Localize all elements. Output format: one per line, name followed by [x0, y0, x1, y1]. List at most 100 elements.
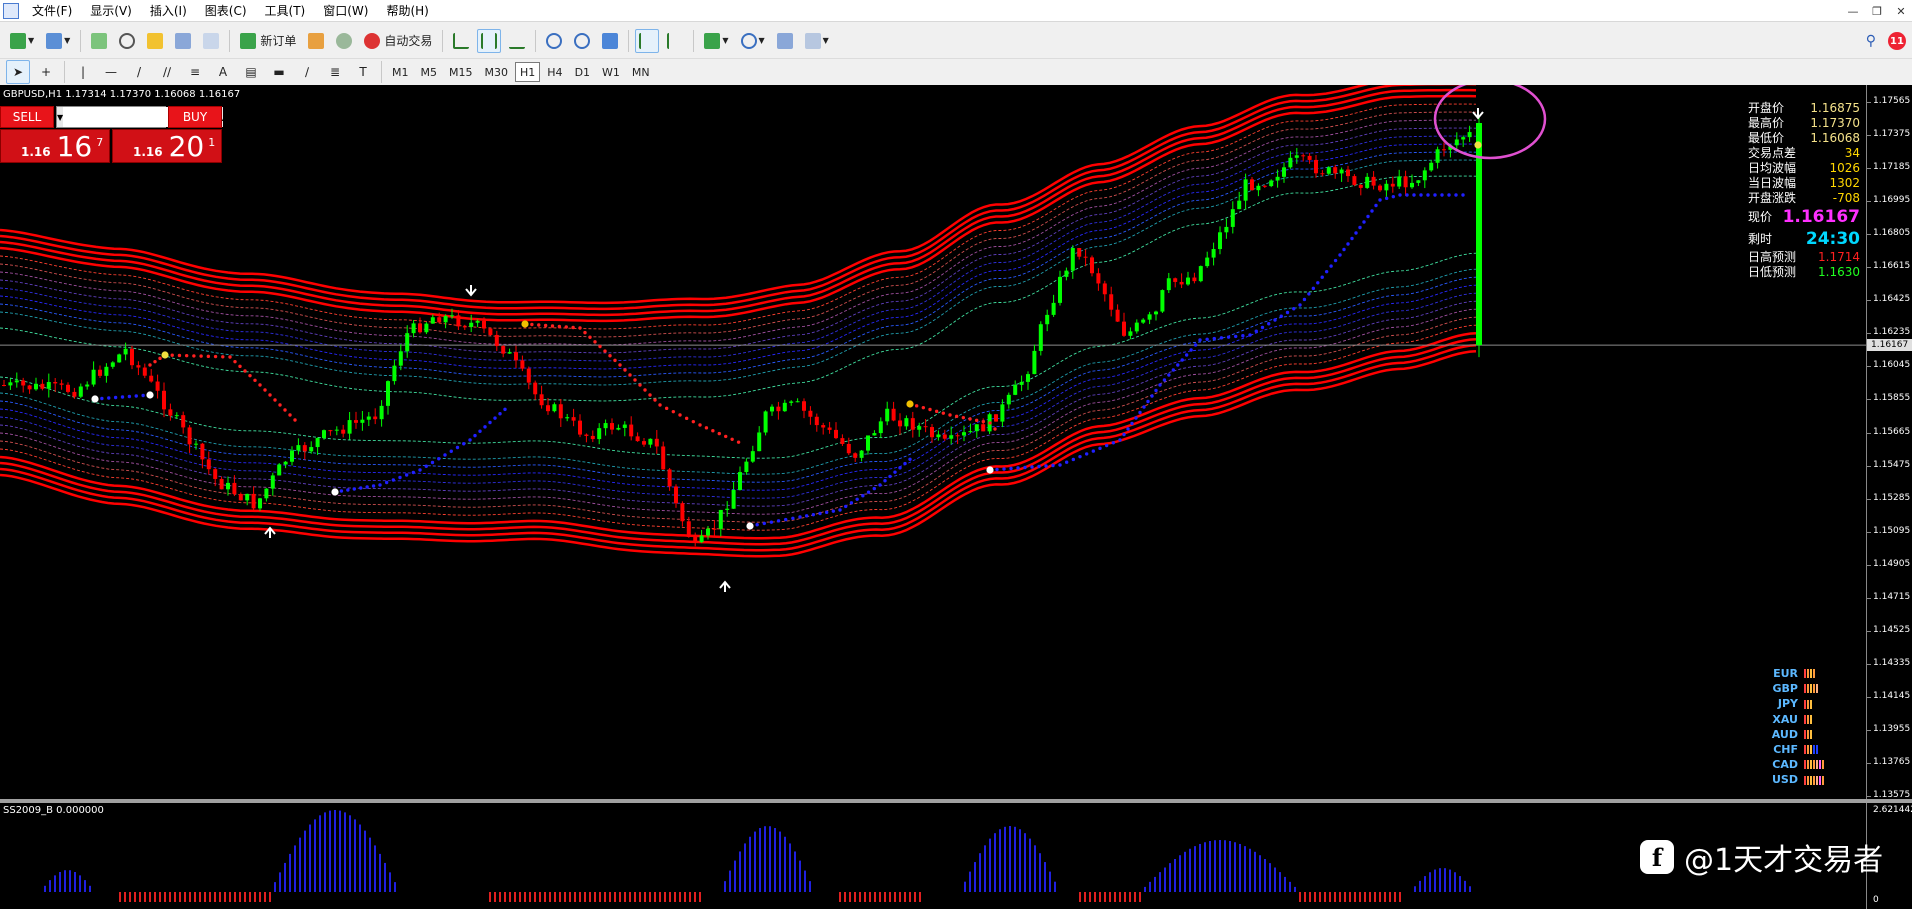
profiles-button[interactable]: ▼ — [42, 29, 74, 53]
menu-file[interactable]: 文件(F) — [23, 0, 81, 22]
metaeditor-button[interactable] — [304, 29, 328, 53]
fibonacci-button[interactable]: ≡ — [183, 60, 207, 84]
vertical-line-button[interactable]: | — [71, 60, 95, 84]
window-controls: — ❐ ✕ — [1846, 0, 1908, 22]
info-row: 日均波幅 1026 — [1748, 161, 1860, 176]
timeframe-m1[interactable]: M1 — [387, 62, 414, 82]
candle-body — [296, 445, 301, 451]
candle-body — [309, 447, 314, 452]
trendline-button[interactable]: / — [127, 60, 151, 84]
templates-button[interactable] — [773, 29, 797, 53]
info-row: 开盘涨跌 -708 — [1748, 191, 1860, 206]
close-icon[interactable]: ✕ — [1894, 5, 1908, 18]
timeframe-h1[interactable]: H1 — [515, 62, 541, 82]
candle-body — [1288, 157, 1293, 168]
timeframe-m5[interactable]: M5 — [416, 62, 443, 82]
info-value: 1.16875 — [1810, 101, 1860, 115]
horizontal-line-button[interactable]: — — [99, 60, 123, 84]
upper-inner-band — [0, 143, 1477, 370]
chart-shift-button[interactable] — [663, 29, 687, 53]
trailing-stop-dot — [1350, 236, 1354, 241]
trailing-stop-dot — [653, 398, 657, 402]
signals-button[interactable] — [332, 29, 356, 53]
rectangle-button[interactable]: ▬ — [267, 60, 291, 84]
bar-chart-button[interactable] — [449, 29, 473, 53]
trailing-stop-dot — [404, 473, 409, 477]
tester-button[interactable] — [199, 29, 223, 53]
cursor-tool-button[interactable]: ➤ — [6, 60, 30, 84]
zoom-out-button[interactable] — [570, 29, 594, 53]
menu-charts[interactable]: 图表(C) — [196, 0, 256, 22]
terminal-button[interactable] — [171, 29, 195, 53]
candle-body — [8, 382, 13, 386]
chart-options-button[interactable]: ▼ — [801, 29, 833, 53]
sell-price-button[interactable]: 1.16 16 7 — [0, 129, 110, 163]
signal-marker — [1474, 141, 1482, 149]
crosshair-tool-button[interactable]: + — [34, 60, 58, 84]
trailing-stop-dot — [762, 521, 766, 526]
menu-view[interactable]: 显示(V) — [81, 0, 141, 22]
candle-body — [251, 493, 256, 509]
trailing-stop-dot — [564, 325, 568, 329]
indicator-max-label: 2.621442 — [1873, 805, 1912, 815]
tile-windows-button[interactable] — [598, 29, 622, 53]
candle-body — [187, 427, 192, 445]
trailing-stop-dot — [478, 429, 482, 433]
trailing-stop-dot — [1030, 465, 1034, 469]
trailing-stop-dot — [633, 378, 637, 382]
sell-button[interactable]: SELL — [0, 106, 54, 128]
price-tick-mark — [1867, 597, 1871, 599]
search-icon[interactable]: ⚲ — [1866, 33, 1876, 49]
auto-trade-button[interactable]: 自动交易 — [360, 29, 436, 53]
buy-price-button[interactable]: 1.16 20 1 — [112, 129, 222, 163]
auto-scroll-button[interactable] — [635, 28, 660, 53]
text-tool-button[interactable]: A — [211, 60, 235, 84]
trailing-stop-dot — [530, 322, 534, 327]
price-axis[interactable]: 1.17565 1.17375 1.17185 1.16995 1.16805 1.166… — [1866, 85, 1912, 800]
trailing-stop-dot — [462, 442, 466, 446]
price-tick-mark — [1867, 663, 1871, 665]
minimize-icon[interactable]: — — [1846, 5, 1860, 18]
timeframe-mn[interactable]: MN — [627, 62, 655, 82]
gann-button[interactable]: ▤ — [239, 60, 263, 84]
navigator-button[interactable] — [143, 29, 167, 53]
market-watch-button[interactable] — [87, 29, 111, 53]
lower-inner-band — [0, 292, 1477, 499]
timeframe-w1[interactable]: W1 — [597, 62, 625, 82]
candle-body — [686, 521, 691, 537]
menu-help[interactable]: 帮助(H) — [377, 0, 437, 22]
data-window-button[interactable] — [115, 29, 139, 53]
menu-insert[interactable]: 插入(I) — [141, 0, 196, 22]
new-chart-button[interactable]: ▼ — [6, 29, 38, 53]
gann-line-button[interactable]: ∕ — [295, 60, 319, 84]
timeframe-h4[interactable]: H4 — [542, 62, 567, 82]
timeframe-d1[interactable]: D1 — [570, 62, 595, 82]
toolbar-separator — [64, 61, 65, 83]
signal-marker — [146, 391, 154, 399]
trailing-stop-dot — [503, 407, 507, 412]
equidistant-channel-button[interactable]: ∕∕ — [155, 60, 179, 84]
periods-button[interactable]: ▼ — [737, 29, 769, 53]
timeframe-m30[interactable]: M30 — [480, 62, 514, 82]
line-chart-button[interactable] — [505, 29, 529, 53]
new-order-button[interactable]: 新订单 — [236, 29, 300, 53]
toolbar-separator — [229, 29, 231, 52]
timeframe-m15[interactable]: M15 — [444, 62, 478, 82]
strength-bar — [1813, 669, 1815, 679]
buy-button[interactable]: BUY — [168, 106, 222, 128]
price-chart-canvas[interactable] — [0, 85, 1866, 909]
menu-tools[interactable]: 工具(T) — [256, 0, 315, 22]
indicator-divider[interactable] — [0, 799, 1912, 803]
fibo-fan-button[interactable]: ≣ — [323, 60, 347, 84]
candle-body — [1058, 276, 1062, 303]
chart-window[interactable]: GBPUSD,H1 1.17314 1.17370 1.16068 1.1616… — [0, 85, 1912, 909]
text-label-button[interactable]: T — [351, 60, 375, 84]
trailing-stop-dot — [818, 511, 822, 516]
candle-chart-button[interactable] — [477, 28, 502, 53]
notification-badge[interactable]: 11 — [1888, 32, 1906, 50]
menu-window[interactable]: 窗口(W) — [314, 0, 377, 22]
currency-name: USD — [1772, 773, 1798, 787]
indicators-button[interactable]: ▼ — [700, 29, 732, 53]
restore-icon[interactable]: ❐ — [1870, 5, 1884, 18]
zoom-in-button[interactable] — [542, 29, 566, 53]
